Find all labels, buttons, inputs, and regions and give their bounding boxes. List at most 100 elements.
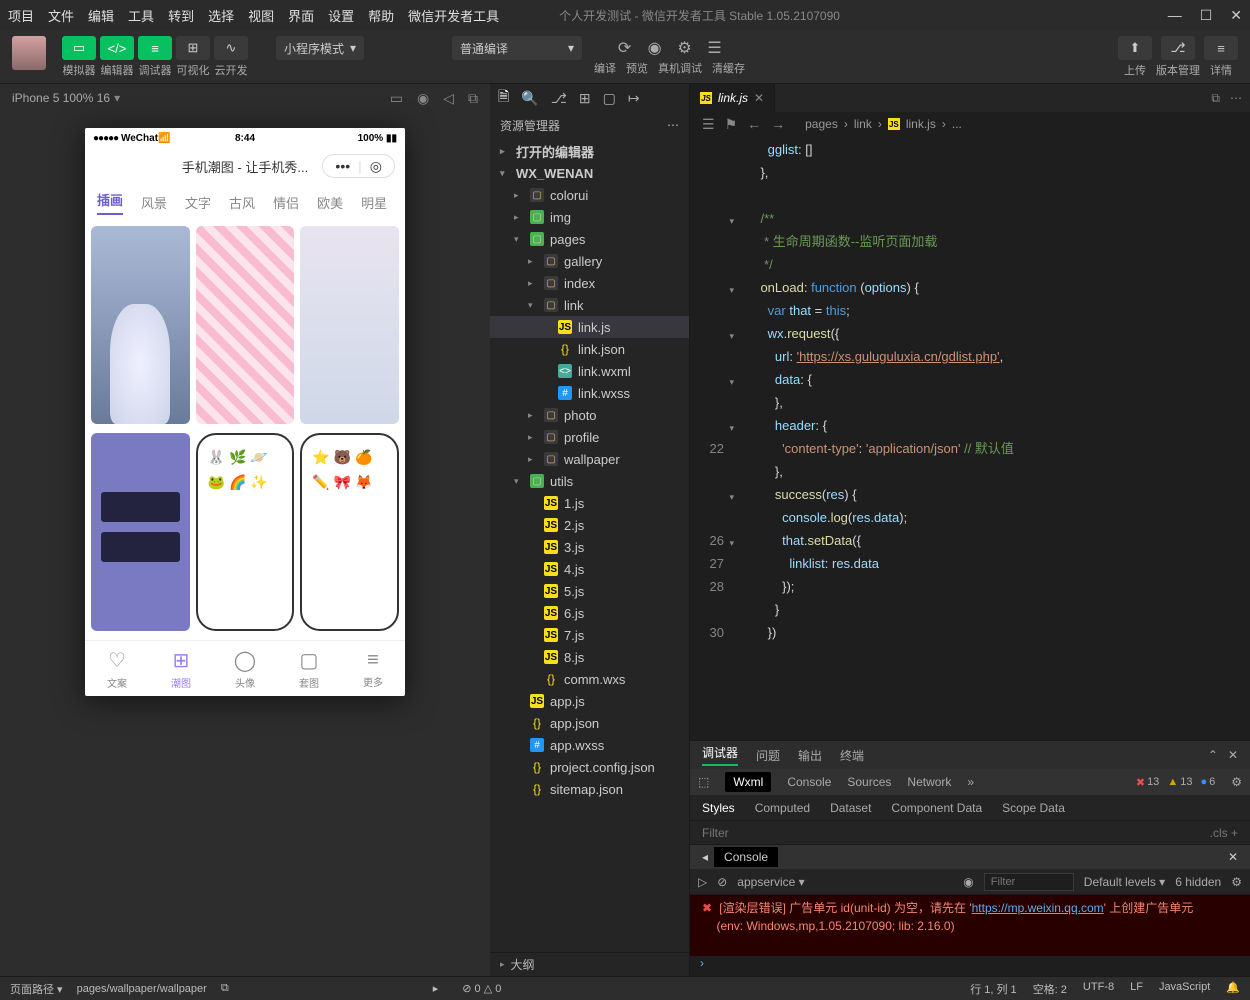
content-tab[interactable]: 欧美: [317, 193, 343, 212]
more-icon[interactable]: ⋯: [1230, 91, 1242, 106]
tree-item-index[interactable]: ▸▢index: [490, 272, 689, 294]
inspect-icon[interactable]: ⬚: [698, 775, 709, 789]
wallpaper-item[interactable]: [300, 226, 399, 424]
tree-item-link.wxml[interactable]: <>link.wxml: [490, 360, 689, 382]
close-icon[interactable]: ✕: [1228, 748, 1238, 762]
menu-item[interactable]: 微信开发者工具: [408, 6, 499, 25]
error-link[interactable]: https://mp.weixin.qq.com: [972, 901, 1104, 915]
error-badge[interactable]: 13: [1136, 776, 1159, 789]
menu-item[interactable]: 编辑: [88, 6, 114, 25]
content-tab[interactable]: 情侣: [273, 193, 299, 212]
console-filter-input[interactable]: [984, 873, 1074, 891]
open-editors-section[interactable]: ▸打开的编辑器: [490, 140, 689, 162]
bookmark-icon[interactable]: ⚑: [725, 116, 738, 133]
console-close-icon[interactable]: ✕: [1228, 850, 1238, 864]
component-data-tab[interactable]: Component Data: [891, 801, 982, 815]
content-tab[interactable]: 明星: [361, 193, 387, 212]
tree-item-gallery[interactable]: ▸▢gallery: [490, 250, 689, 272]
simulator-toggle[interactable]: ▭: [62, 36, 96, 60]
grid-icon[interactable]: ⊞: [579, 90, 591, 107]
content-tab[interactable]: 风景: [141, 193, 167, 212]
tree-item-1.js[interactable]: JS1.js: [490, 492, 689, 514]
visual-toggle[interactable]: ⊞: [176, 36, 210, 60]
nav-item[interactable]: ▢套图: [277, 641, 341, 696]
context-select[interactable]: appservice ▾: [737, 875, 804, 889]
more-tabs-icon[interactable]: »: [967, 775, 974, 789]
menu-item[interactable]: 界面: [288, 6, 314, 25]
tree-item-profile[interactable]: ▸▢profile: [490, 426, 689, 448]
capsule-close[interactable]: ◎: [366, 158, 386, 175]
copy-icon[interactable]: ⧉: [468, 90, 478, 107]
eye-icon[interactable]: ◉: [963, 875, 973, 889]
collapse-icon[interactable]: ⌃: [1208, 748, 1218, 762]
info-badge[interactable]: 6: [1200, 776, 1215, 788]
tree-item-pages[interactable]: ▾▢pages: [490, 228, 689, 250]
device-info[interactable]: iPhone 5 100% 16: [12, 91, 110, 105]
tree-item-7.js[interactable]: JS7.js: [490, 624, 689, 646]
forward-icon[interactable]: →: [771, 116, 785, 133]
record-icon[interactable]: ◉: [417, 90, 429, 107]
notification-icon[interactable]: 🔔: [1226, 981, 1240, 997]
chevron-right-icon[interactable]: ▸: [433, 982, 439, 995]
wallpaper-item[interactable]: [91, 226, 190, 424]
tree-item-8.js[interactable]: JS8.js: [490, 646, 689, 668]
network-tab[interactable]: Network: [907, 775, 951, 789]
console-clear-icon[interactable]: ⊘: [717, 875, 727, 889]
nav-item[interactable]: ◯头像: [213, 641, 277, 696]
filter-input[interactable]: Filter: [702, 826, 729, 840]
outline-section[interactable]: ▸大纲: [490, 952, 689, 976]
box-icon[interactable]: ▢: [603, 90, 616, 107]
output-tab[interactable]: 输出: [798, 747, 822, 764]
tree-item-app.js[interactable]: JSapp.js: [490, 690, 689, 712]
content-tab[interactable]: 古风: [229, 193, 255, 212]
capsule-menu[interactable]: •••: [331, 158, 354, 174]
scope-data-tab[interactable]: Scope Data: [1002, 801, 1065, 815]
page-path[interactable]: pages/wallpaper/wallpaper: [77, 983, 207, 995]
tree-item-app.wxss[interactable]: #app.wxss: [490, 734, 689, 756]
debugger-toggle[interactable]: ≡: [138, 36, 172, 60]
nav-item[interactable]: ♡文案: [85, 641, 149, 696]
menu-item[interactable]: 视图: [248, 6, 274, 25]
dataset-tab[interactable]: Dataset: [830, 801, 871, 815]
tree-item-photo[interactable]: ▸▢photo: [490, 404, 689, 426]
tree-item-3.js[interactable]: JS3.js: [490, 536, 689, 558]
menu-item[interactable]: 帮助: [368, 6, 394, 25]
tree-item-6.js[interactable]: JS6.js: [490, 602, 689, 624]
tree-item-link.wxss[interactable]: #link.wxss: [490, 382, 689, 404]
menu-item[interactable]: 选择: [208, 6, 234, 25]
tree-item-link[interactable]: ▾▢link: [490, 294, 689, 316]
copy-path-icon[interactable]: ⧉: [221, 982, 229, 995]
hidden-count[interactable]: 6 hidden: [1175, 875, 1221, 889]
compile-button[interactable]: ⟳: [610, 36, 640, 60]
upload-button[interactable]: ⬆: [1118, 36, 1152, 60]
minimize-button[interactable]: —: [1168, 7, 1182, 24]
split-icon[interactable]: ⧉: [1211, 91, 1220, 106]
menu-item[interactable]: 工具: [128, 6, 154, 25]
cloud-toggle[interactable]: ∿: [214, 36, 248, 60]
console-back-icon[interactable]: ◂: [702, 850, 708, 864]
nav-item[interactable]: ≡更多: [341, 641, 405, 696]
remote-debug-button[interactable]: ⚙: [670, 36, 700, 60]
content-tab[interactable]: 文字: [185, 193, 211, 212]
mute-icon[interactable]: ◁: [443, 90, 454, 107]
cls-button[interactable]: .cls: [1210, 826, 1228, 840]
console-prompt[interactable]: ›: [690, 956, 1250, 976]
terminal-tab[interactable]: 终端: [840, 747, 864, 764]
wallpaper-item[interactable]: [91, 433, 190, 631]
page-path-label[interactable]: 页面路径 ▾: [10, 981, 63, 997]
settings-icon[interactable]: ⚙: [1231, 775, 1242, 789]
menu-item[interactable]: 转到: [168, 6, 194, 25]
tree-item-link.json[interactable]: {}link.json: [490, 338, 689, 360]
clear-cache-button[interactable]: ☰: [700, 36, 730, 60]
tree-item-5.js[interactable]: JS5.js: [490, 580, 689, 602]
user-avatar[interactable]: [12, 36, 46, 70]
device-icon[interactable]: ▭: [390, 90, 403, 107]
status-item[interactable]: UTF-8: [1083, 981, 1114, 997]
tree-item-comm.wxs[interactable]: {}comm.wxs: [490, 668, 689, 690]
tree-item-2.js[interactable]: JS2.js: [490, 514, 689, 536]
editor-toggle[interactable]: </>: [100, 36, 134, 60]
status-item[interactable]: JavaScript: [1159, 981, 1210, 997]
compile-select[interactable]: 普通编译 ▾: [452, 36, 582, 60]
computed-tab[interactable]: Computed: [755, 801, 810, 815]
tree-item-app.json[interactable]: {}app.json: [490, 712, 689, 734]
